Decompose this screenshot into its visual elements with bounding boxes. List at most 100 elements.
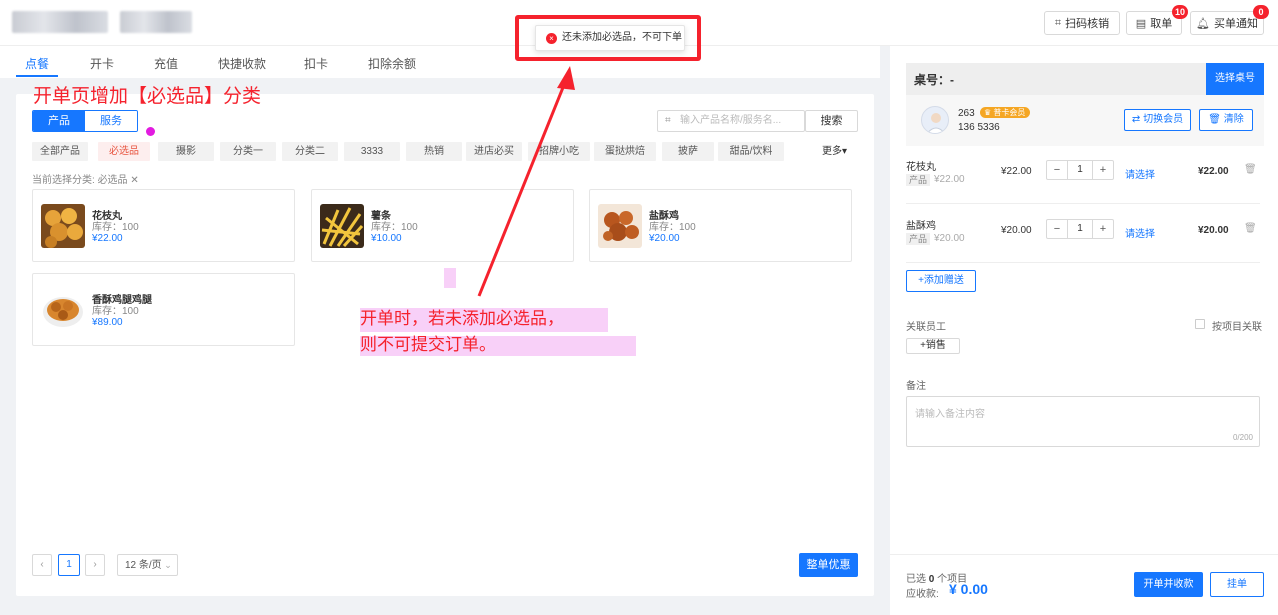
selected-count-value: 0 (928, 574, 935, 585)
tab-deduct-card[interactable]: 扣卡 (304, 55, 328, 72)
product-card[interactable]: 香酥鸡腿鸡腿 库存：100 ¥89.00 (32, 273, 295, 346)
quantity-value[interactable]: 1 (1067, 161, 1093, 179)
note-placeholder: 请输入备注内容 (915, 409, 985, 420)
increase-button[interactable]: + (1093, 220, 1113, 238)
search-button[interactable]: 搜索 (805, 110, 858, 132)
avatar (921, 106, 949, 134)
switch-member-label: 切换会员 (1143, 114, 1184, 125)
scan-icon: ⌗ (1054, 16, 1062, 29)
category-all[interactable]: 全部产品 (32, 142, 88, 161)
close-icon[interactable]: ✕ (130, 175, 138, 186)
product-image-popcorn-chicken (598, 204, 642, 248)
tab-recharge[interactable]: 充值 (154, 55, 178, 72)
clear-member-label: 清除 (1223, 114, 1244, 125)
page-size-select[interactable]: 12 条/页 ⌄ (117, 554, 178, 576)
category-desserts-drinks[interactable]: 甜品/饮料 (718, 142, 784, 161)
decrease-button[interactable]: − (1047, 161, 1067, 179)
product-price: ¥10.00 (371, 233, 402, 244)
category-two[interactable]: 分类二 (282, 142, 338, 161)
orders-count-badge: 10 (1172, 5, 1189, 19)
active-tab-indicator (16, 75, 58, 77)
choose-option-link[interactable]: 请选择 (1125, 225, 1155, 240)
receipt-icon: ▤ (1135, 17, 1147, 30)
decrease-button[interactable]: − (1047, 220, 1067, 238)
product-card[interactable]: 盐酥鸡 库存：100 ¥20.00 (589, 189, 852, 262)
page-size-value: 12 条/页 (125, 560, 162, 571)
function-tabs: 点餐 开卡 充值 快捷收款 扣卡 扣除余额 (0, 46, 880, 78)
delete-item-icon[interactable]: 🗑︎ (1244, 223, 1257, 234)
order-discount-button[interactable]: 整单优惠 (799, 553, 858, 577)
clear-member-button[interactable]: 🗑︎ 清除 (1199, 109, 1253, 131)
order-item-tag: 产品 (906, 174, 931, 186)
select-table-button[interactable]: 选择桌号 (1206, 63, 1264, 95)
payment-notify-label: 买单通知 (1213, 18, 1258, 30)
toast-message: 还未添加必选品，不可下单 (562, 32, 682, 43)
category-pizza[interactable]: 披萨 (662, 142, 714, 161)
product-search-input[interactable]: ⌗ 输入产品名称/服务名... (657, 110, 805, 132)
category-required[interactable]: 必选品 (98, 142, 150, 161)
prev-page-button[interactable]: ‹ (32, 554, 52, 576)
selected-prefix: 已选 (906, 574, 926, 585)
increase-button[interactable]: + (1093, 161, 1113, 179)
scan-verify-button[interactable]: ⌗ 扫码核销 (1044, 11, 1120, 35)
order-item-tag: 产品 (906, 233, 931, 245)
product-stock: 库存：100 (649, 222, 696, 233)
delete-item-icon[interactable]: 🗑︎ (1244, 164, 1257, 175)
tab-deduct-balance[interactable]: 扣除余额 (368, 55, 416, 72)
swap-icon: ⇄ (1131, 114, 1144, 125)
category-must-buy[interactable]: 进店必买 (466, 142, 522, 161)
segment-products[interactable]: 产品 (33, 111, 85, 131)
add-gift-button[interactable]: +添加赠送 (906, 270, 976, 292)
annotation-marker-dot (146, 127, 155, 136)
caret-down-icon: ▾ (842, 146, 848, 157)
quantity-value[interactable]: 1 (1067, 220, 1093, 238)
switch-member-button[interactable]: ⇄ 切换会员 (1124, 109, 1191, 131)
category-snacks[interactable]: 招牌小吃 (528, 142, 590, 161)
page-number-current[interactable]: 1 (58, 554, 80, 576)
store-name-blurred (120, 11, 192, 33)
divider (906, 203, 1260, 204)
category-3333[interactable]: 3333 (344, 142, 400, 161)
order-item-original-price: ¥20.00 (934, 233, 965, 244)
related-staff-label: 关联员工 (906, 322, 946, 333)
category-bakery[interactable]: 蛋挞烘焙 (594, 142, 656, 161)
annotation-title: 开单页增加【必选品】分类 (33, 86, 262, 107)
tab-open-card[interactable]: 开卡 (90, 55, 114, 72)
choose-option-link[interactable]: 请选择 (1125, 166, 1155, 181)
checkout-footer: 已选 0 个项目 应收款: ¥ 0.00 开单并收款 挂单 (890, 554, 1278, 615)
add-sales-button[interactable]: +销售 (906, 338, 960, 354)
scan-search-icon: ⌗ (665, 115, 671, 126)
note-textarea[interactable]: 请输入备注内容 0/200 (906, 396, 1260, 447)
product-stock: 库存：100 (371, 222, 418, 233)
category-one[interactable]: 分类一 (220, 142, 276, 161)
next-page-button[interactable]: › (85, 554, 105, 576)
order-item-total: ¥20.00 (1198, 225, 1229, 236)
tab-order[interactable]: 点餐 (25, 55, 49, 72)
product-price: ¥20.00 (649, 233, 680, 244)
product-stock: 库存：100 (92, 222, 139, 233)
member-level-badge: ♛ 普卡会员 (980, 107, 1031, 118)
more-categories-button[interactable]: 更多▾ (822, 142, 847, 161)
product-card[interactable]: 花枝丸 库存：100 ¥22.00 (32, 189, 295, 262)
take-order-button[interactable]: ▤ 取单 10 (1126, 5, 1189, 35)
vip-icon: ♛ (984, 108, 994, 117)
more-label: 更多 (822, 146, 842, 157)
tab-quick-pay[interactable]: 快捷收款 (218, 55, 266, 72)
by-item-checkbox[interactable] (1195, 319, 1205, 329)
receivable-amount: ¥ 0.00 (949, 581, 988, 597)
product-card[interactable]: 薯条 库存：100 ¥10.00 (311, 189, 574, 262)
product-service-toggle: 产品 服务 (32, 110, 138, 132)
category-photography[interactable]: 摄影 (158, 142, 214, 161)
error-toast: × 还未添加必选品，不可下单 (535, 25, 685, 51)
chevron-down-icon: ⌄ (161, 560, 172, 570)
open-and-pay-button[interactable]: 开单并收款 (1134, 572, 1203, 597)
search-placeholder: 输入产品名称/服务名... (680, 115, 782, 126)
member-id: 263 (958, 108, 975, 119)
category-hot[interactable]: 热销 (406, 142, 462, 161)
payment-notify-button[interactable]: 🔔︎ 买单通知 0 (1190, 5, 1269, 35)
hang-order-button[interactable]: 挂单 (1210, 572, 1264, 597)
table-number-label: 桌号：- (914, 73, 954, 87)
segment-services[interactable]: 服务 (85, 111, 137, 131)
note-char-count: 0/200 (1232, 433, 1253, 442)
scan-verify-label: 扫码核销 (1065, 18, 1110, 30)
